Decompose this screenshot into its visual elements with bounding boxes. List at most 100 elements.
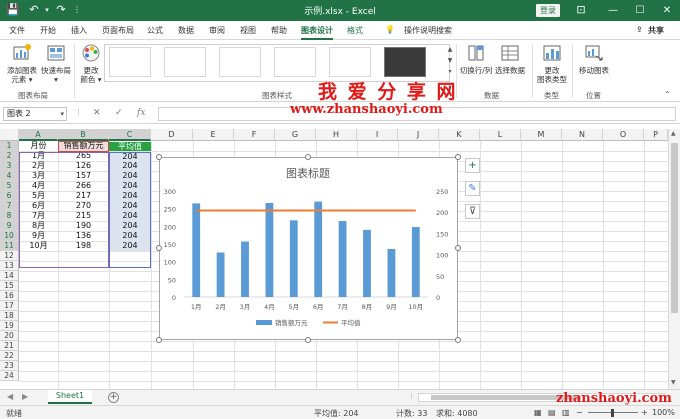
resize-handle[interactable] (305, 337, 311, 343)
row-header[interactable]: 22 (0, 351, 19, 361)
move-chart-button[interactable]: 移动图表 (575, 44, 613, 75)
zoom-in-icon[interactable]: + (641, 408, 648, 417)
column-header[interactable]: K (439, 129, 480, 141)
row-header[interactable]: 13 (0, 261, 19, 271)
row-header[interactable]: 24 (0, 371, 19, 381)
tab-view[interactable]: 视图 (240, 25, 256, 36)
column-header[interactable]: D (151, 129, 193, 141)
tab-format[interactable]: 格式 (347, 25, 363, 36)
chart-style-4[interactable] (274, 47, 316, 77)
row-header[interactable]: 2 (0, 151, 19, 161)
ribbon-display-icon[interactable]: ⊡ (574, 3, 588, 17)
resize-handle[interactable] (156, 245, 162, 251)
column-header[interactable]: C (109, 129, 151, 141)
select-all-corner[interactable] (0, 129, 19, 141)
chart-style-2[interactable] (164, 47, 206, 77)
row-header[interactable]: 7 (0, 201, 19, 211)
split-handle-icon[interactable]: ⋮ (408, 392, 415, 400)
cancel-entry-icon[interactable]: ✕ (93, 108, 101, 118)
resize-handle[interactable] (455, 337, 461, 343)
sheet-tab-sheet1[interactable]: Sheet1 (48, 390, 92, 404)
row-header[interactable]: 6 (0, 191, 19, 201)
row-header[interactable]: 4 (0, 171, 19, 181)
tab-review[interactable]: 审阅 (209, 25, 225, 36)
tab-formulas[interactable]: 公式 (147, 25, 163, 36)
row-header[interactable]: 16 (0, 291, 19, 301)
tab-file[interactable]: 文件 (9, 25, 25, 36)
zoom-level[interactable]: 100% (652, 408, 675, 417)
scroll-down-icon[interactable]: ▼ (671, 379, 676, 386)
close-button[interactable]: ✕ (654, 0, 680, 21)
name-box[interactable]: 图表 2 ▾ (3, 107, 67, 121)
view-page-break-icon[interactable]: ▥ (562, 408, 570, 417)
column-header[interactable]: I (357, 129, 398, 141)
scroll-up-icon[interactable]: ▲ (671, 130, 676, 137)
resize-handle[interactable] (156, 337, 162, 343)
resize-handle[interactable] (455, 245, 461, 251)
resize-handle[interactable] (156, 154, 162, 160)
row-header[interactable]: 11 (0, 241, 19, 251)
tab-help[interactable]: 帮助 (271, 25, 287, 36)
row-header[interactable]: 14 (0, 271, 19, 281)
row-header[interactable]: 10 (0, 231, 19, 241)
row-header[interactable]: 8 (0, 211, 19, 221)
tab-chart-design[interactable]: 图表设计 (301, 25, 333, 40)
column-header[interactable]: O (603, 129, 644, 141)
row-header[interactable]: 1 (0, 141, 19, 151)
resize-handle[interactable] (305, 154, 311, 160)
name-box-dropdown-icon[interactable]: ▾ (60, 108, 64, 120)
confirm-entry-icon[interactable]: ✓ (115, 108, 123, 118)
column-header[interactable]: M (521, 129, 562, 141)
tab-data[interactable]: 数据 (178, 25, 194, 36)
insert-function-icon[interactable]: fx (137, 108, 145, 118)
row-header[interactable]: 20 (0, 331, 19, 341)
row-header[interactable]: 23 (0, 361, 19, 371)
column-header[interactable]: P (644, 129, 668, 141)
share-icon[interactable]: ⇪ (636, 25, 643, 34)
next-sheet-icon[interactable]: ▶ (22, 392, 28, 401)
row-header[interactable]: 3 (0, 161, 19, 171)
add-chart-element-button[interactable]: 添加图表 元素 ▾ (4, 44, 40, 84)
row-header[interactable]: 19 (0, 321, 19, 331)
cell-c1[interactable]: 平均值 (109, 142, 151, 151)
gallery-up-icon[interactable]: ▲ (446, 46, 454, 56)
column-header[interactable]: G (275, 129, 316, 141)
tab-page-layout[interactable]: 页面布局 (102, 25, 134, 36)
tab-insert[interactable]: 插入 (71, 25, 87, 36)
chart-style-6[interactable] (384, 47, 426, 77)
share-button[interactable]: 共享 (648, 25, 664, 36)
quick-layout-button[interactable]: 快速布局 ▾ (40, 44, 72, 84)
column-header[interactable]: J (398, 129, 439, 141)
change-chart-type-button[interactable]: 更改 图表类型 (535, 44, 569, 84)
column-header[interactable]: B (58, 129, 109, 141)
restore-button[interactable]: ☐ (627, 0, 653, 21)
cell-a1[interactable]: 月份 (19, 141, 58, 151)
row-header[interactable]: 17 (0, 301, 19, 311)
collapse-ribbon-icon[interactable]: ⌃ (664, 90, 671, 99)
row-header[interactable]: 18 (0, 311, 19, 321)
row-header[interactable]: 21 (0, 341, 19, 351)
row-header[interactable]: 12 (0, 251, 19, 261)
chart-style-3[interactable] (219, 47, 261, 77)
switch-row-column-button[interactable]: 切换行/列 (458, 44, 494, 75)
tab-home[interactable]: 开始 (40, 25, 56, 36)
row-header[interactable]: 5 (0, 181, 19, 191)
chart-style-5[interactable] (329, 47, 371, 77)
resize-handle[interactable] (455, 154, 461, 160)
chart-object[interactable]: 图表标题 0 50 100 150 200 250 300 0 50 100 150 200 250 1月 2… (159, 157, 458, 340)
vertical-scrollbar[interactable]: ▲ ▼ (668, 129, 680, 389)
column-header[interactable]: F (234, 129, 275, 141)
column-header[interactable]: E (193, 129, 234, 141)
prev-sheet-icon[interactable]: ◀ (7, 392, 13, 401)
row-header[interactable]: 15 (0, 281, 19, 291)
add-sheet-button[interactable]: + (108, 392, 119, 403)
column-header[interactable]: L (480, 129, 521, 141)
select-data-button[interactable]: 选择数据 (494, 44, 526, 75)
row-header[interactable]: 9 (0, 221, 19, 231)
zoom-out-icon[interactable]: − (576, 408, 583, 417)
gallery-down-icon[interactable]: ▼ (446, 57, 454, 67)
tell-me-search[interactable]: 操作说明搜索 (404, 25, 452, 36)
chart-styles-button[interactable]: ✎ (465, 181, 480, 196)
view-page-layout-icon[interactable]: ▤ (548, 408, 556, 417)
column-header[interactable]: A (19, 129, 58, 141)
